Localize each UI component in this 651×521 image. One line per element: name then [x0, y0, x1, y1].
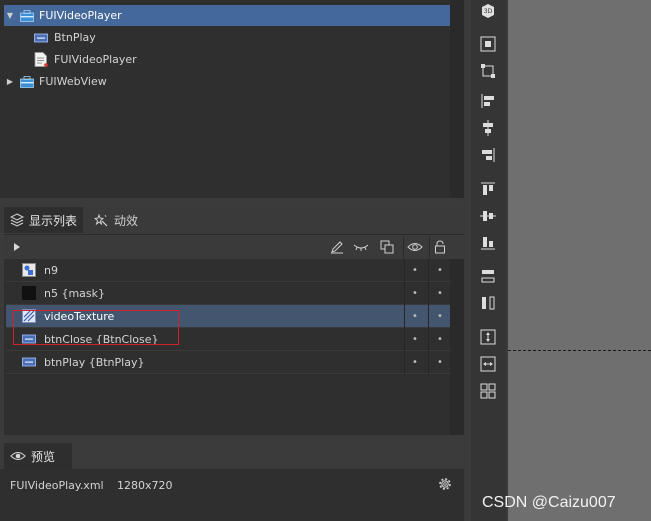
eye-icon [10, 452, 26, 460]
align-center-icon[interactable] [479, 119, 497, 137]
graph-icon [22, 263, 36, 277]
list-item[interactable]: btnPlay {BtnPlay} • • [6, 351, 450, 374]
play-arrow-icon[interactable] [8, 238, 26, 256]
column-divider [428, 259, 429, 375]
eye-icon[interactable] [406, 238, 424, 256]
hidden-eye-icon[interactable] [352, 238, 370, 256]
lock-toggle[interactable]: • [429, 311, 451, 322]
visible-toggle[interactable]: • [404, 357, 426, 368]
list-scrollbar[interactable] [450, 259, 464, 435]
black-square-icon [22, 286, 36, 300]
align-top-icon[interactable] [479, 180, 497, 198]
pencil-icon[interactable] [328, 238, 346, 256]
list-item-label: btnPlay {BtnPlay} [44, 355, 145, 369]
tab-preview[interactable]: 预览 [4, 443, 72, 469]
expanded-arrow-icon[interactable]: ▼ [4, 11, 16, 20]
align-right-icon[interactable] [479, 146, 497, 164]
library-tree-panel: ▼ FUIVideoPlayer BtnPlay FUIVideoPlayer … [0, 0, 464, 198]
lock-toggle[interactable]: • [429, 265, 451, 276]
list-item[interactable]: n9 • • [6, 259, 450, 282]
lock-toggle[interactable]: • [429, 357, 451, 368]
tree-item-label: FUIVideoPlayer [39, 9, 122, 22]
list-item-label: n9 [44, 263, 58, 277]
display-list-toolbar [4, 234, 464, 260]
distribute-vertical-icon[interactable] [479, 267, 497, 285]
list-item-label: n5 {mask} [44, 286, 106, 300]
tree-item-label: FUIVideoPlayer [54, 53, 137, 66]
canvas-guide-line [508, 350, 651, 351]
visible-toggle[interactable]: • [404, 265, 426, 276]
package-icon [20, 9, 34, 22]
visible-toggle[interactable]: • [404, 311, 426, 322]
align-bottom-icon[interactable] [479, 234, 497, 252]
collapsed-arrow-icon[interactable]: ▶ [4, 77, 16, 86]
lock-toggle[interactable]: • [429, 288, 451, 299]
transform-icon[interactable] [479, 62, 497, 80]
gear-icon[interactable] [437, 476, 453, 492]
component-file-icon [34, 52, 48, 67]
toolbar-divider [429, 236, 430, 258]
button-component-icon [34, 33, 48, 42]
effects-icon [94, 213, 108, 227]
panel-tabs: 显示列表 动效 [0, 207, 464, 233]
button-component-icon [22, 357, 36, 367]
watermark: CSDN @Caizu007 [482, 494, 616, 511]
align-left-icon[interactable] [479, 92, 497, 110]
preview-panel: FUIVideoPlay.xml 1280x720 [0, 469, 464, 521]
preview-file-name: FUIVideoPlay.xml [10, 479, 104, 492]
align-middle-icon[interactable] [479, 207, 497, 225]
match-height-icon[interactable] [479, 328, 497, 346]
stage-canvas[interactable] [508, 0, 651, 521]
match-width-icon[interactable] [479, 355, 497, 373]
package-icon [20, 75, 34, 88]
tree-scrollbar[interactable] [450, 0, 464, 198]
svg-text:3D: 3D [484, 8, 493, 15]
3d-box-icon[interactable]: 3D [479, 2, 497, 20]
highlight-annotation-box [13, 310, 179, 345]
tab-label: 显示列表 [29, 213, 78, 228]
visible-toggle[interactable]: • [404, 334, 426, 345]
tree-item-label: BtnPlay [54, 31, 96, 44]
tree-item-fuivideoplayer-file[interactable]: FUIVideoPlayer [34, 49, 450, 70]
layers-icon [10, 213, 24, 227]
toolbar-divider [403, 236, 404, 258]
tree-item-fuiwebview-package[interactable]: ▶ FUIWebView [4, 71, 450, 92]
list-item[interactable]: n5 {mask} • • [6, 282, 450, 305]
group-icon[interactable] [479, 35, 497, 53]
column-divider [404, 259, 405, 375]
grid-icon[interactable] [479, 382, 497, 400]
lock-toggle[interactable]: • [429, 334, 451, 345]
copy-icon[interactable] [378, 238, 396, 256]
tree-item-btnplay[interactable]: BtnPlay [34, 27, 450, 48]
lock-icon[interactable] [431, 238, 449, 256]
tab-effects[interactable]: 动效 [88, 207, 144, 233]
tab-label: 动效 [114, 213, 139, 228]
tab-display-list[interactable]: 显示列表 [4, 207, 84, 233]
distribute-horizontal-icon[interactable] [479, 294, 497, 312]
tab-label: 预览 [31, 449, 56, 464]
tree-item-label: FUIWebView [39, 75, 107, 88]
visible-toggle[interactable]: • [404, 288, 426, 299]
display-list: n9 • • n5 {mask} • • videoTexture • • bt… [4, 259, 464, 435]
tree-item-fuivideoplayer-package[interactable]: ▼ FUIVideoPlayer [4, 5, 450, 26]
preview-resolution: 1280x720 [117, 479, 173, 492]
